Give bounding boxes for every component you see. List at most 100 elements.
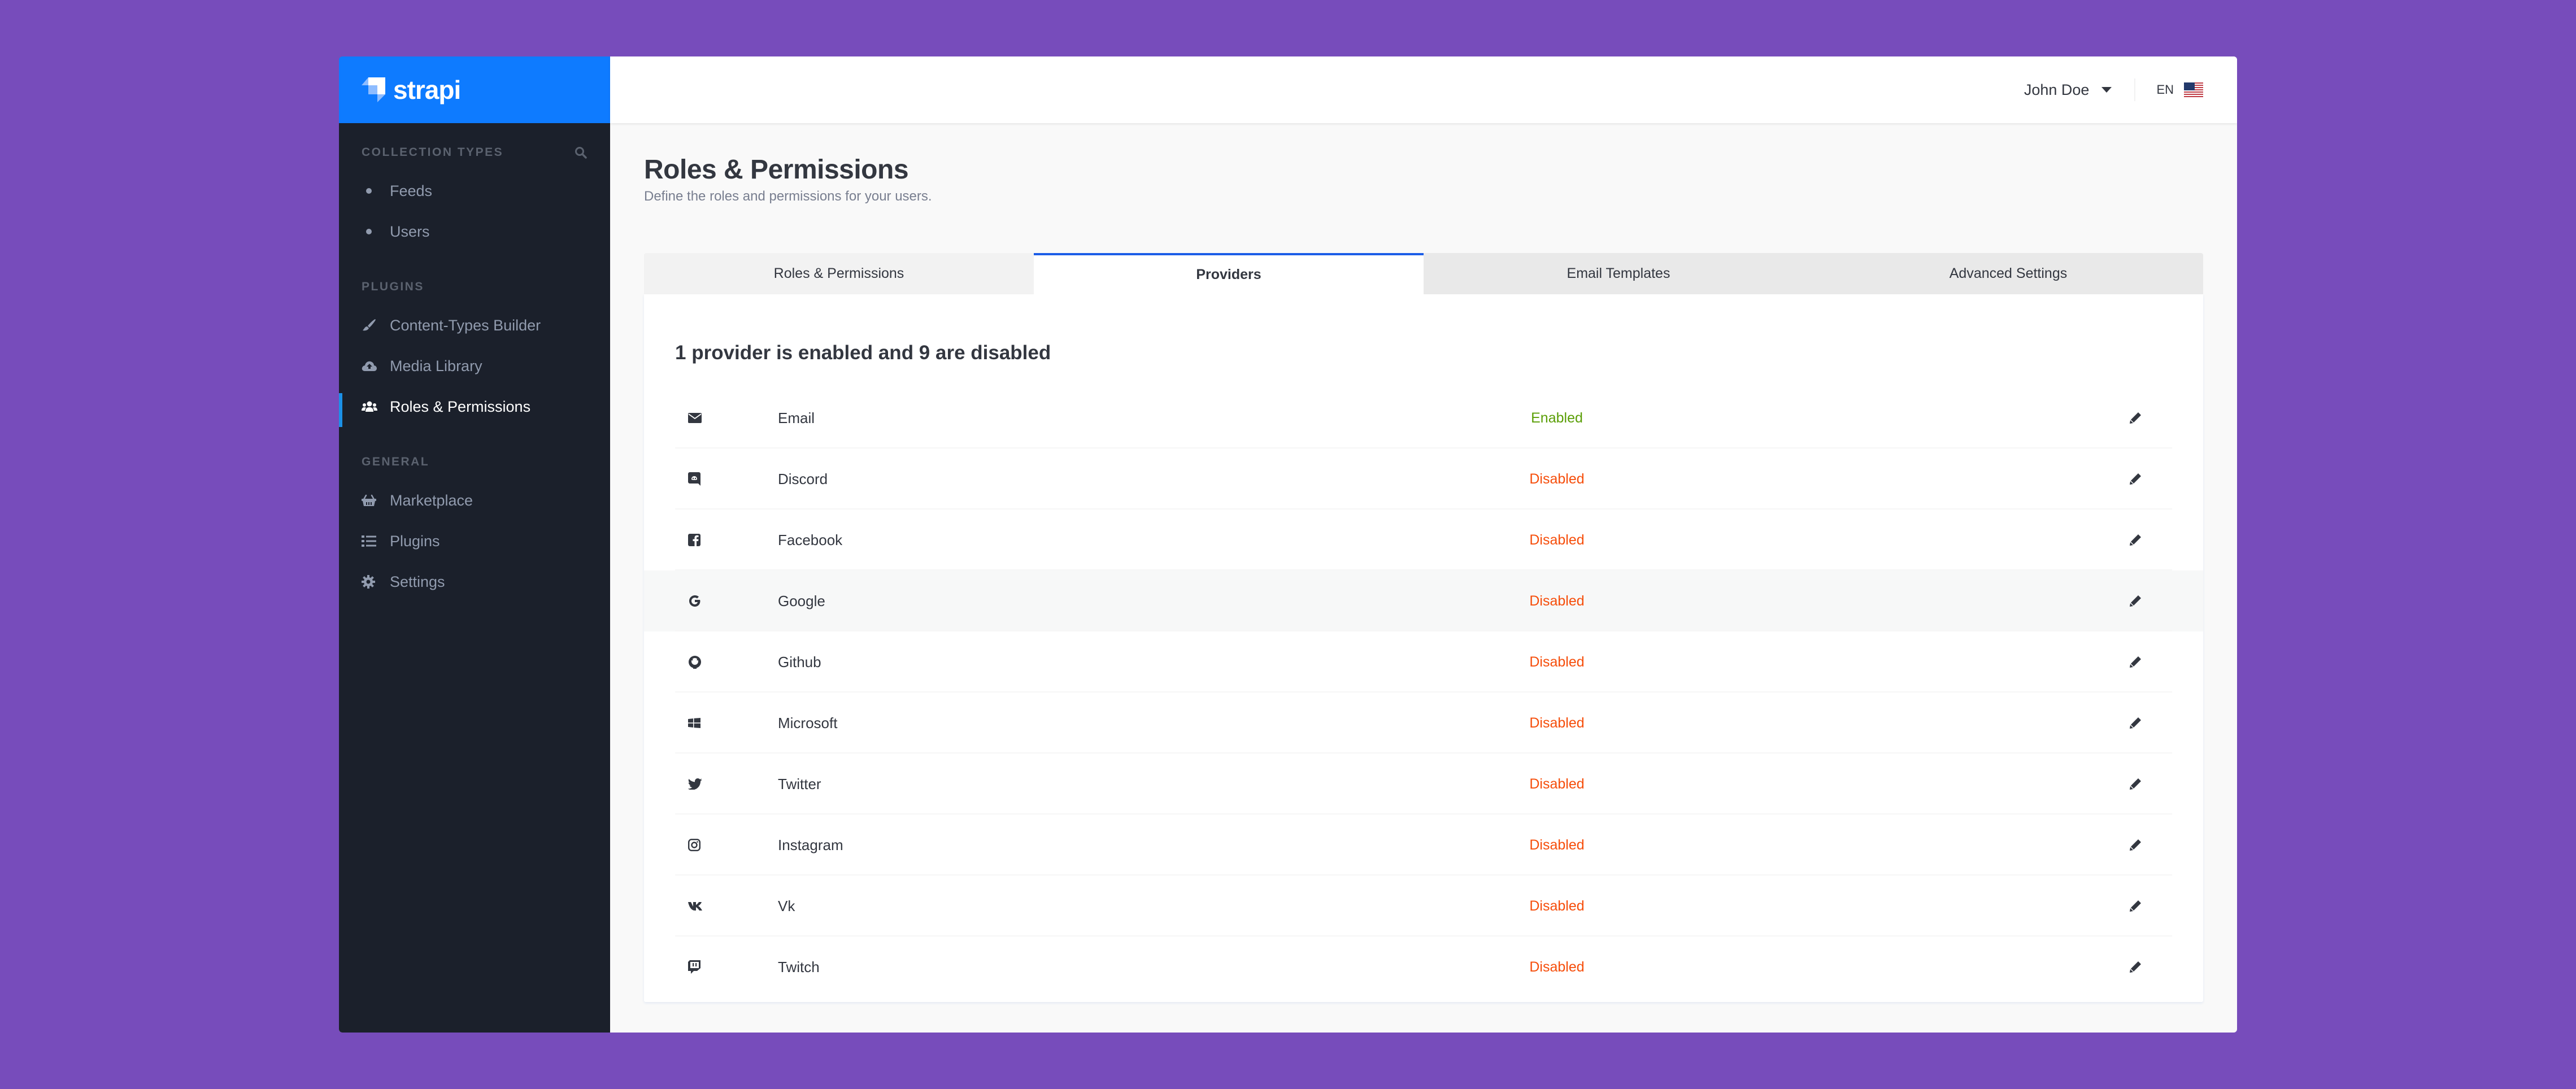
sidebar-section-plugins: Plugins Content-Types Builder (339, 269, 610, 427)
windows-icon (688, 718, 700, 728)
tab-bar: Roles & Permissions Providers Email Temp… (644, 253, 2203, 294)
pencil-icon (2130, 595, 2141, 607)
us-flag-icon (2184, 82, 2203, 97)
pencil-icon (2130, 534, 2141, 546)
sidebar-item-label: Media Library (390, 357, 482, 374)
sidebar-item-marketplace[interactable]: Marketplace (362, 480, 588, 521)
sidebar-item-feeds[interactable]: Feeds (362, 171, 588, 211)
provider-row-github[interactable]: Github Disabled (644, 631, 2203, 692)
edit-button[interactable] (2128, 533, 2143, 547)
app-window: strapi Collection Types Feeds Users (339, 56, 2237, 1033)
caret-down-icon (2101, 87, 2112, 93)
sidebar-item-label: Roles & Permissions (390, 398, 531, 415)
vk-icon (688, 902, 702, 911)
sidebar-item-label: Settings (390, 573, 445, 590)
edit-button[interactable] (2128, 960, 2143, 974)
edit-button[interactable] (2128, 472, 2143, 486)
sidebar-item-label: Users (390, 223, 430, 240)
tab-advanced-settings[interactable]: Advanced Settings (1813, 253, 2203, 294)
sidebar-item-settings[interactable]: Settings (362, 561, 588, 602)
brand-header[interactable]: strapi (339, 56, 610, 123)
provider-name: Vk (778, 897, 795, 914)
main-content: Roles & Permissions Define the roles and… (610, 123, 2237, 1033)
provider-row-twitter[interactable]: Twitter Disabled (644, 753, 2203, 814)
status-badge: Disabled (1529, 837, 1585, 853)
provider-row-discord[interactable]: Discord Disabled (644, 448, 2203, 509)
tab-providers[interactable]: Providers (1034, 253, 1424, 294)
section-title: Collection Types (362, 146, 504, 159)
github-icon (689, 656, 701, 669)
paint-brush-icon (363, 319, 376, 331)
section-title: Plugins (362, 280, 424, 293)
provider-row-facebook[interactable]: Facebook Disabled (644, 509, 2203, 570)
list-icon (362, 535, 376, 547)
edit-button[interactable] (2128, 594, 2143, 608)
bullet-icon (366, 229, 372, 234)
provider-name: Twitter (778, 775, 821, 792)
twitter-icon (688, 778, 702, 790)
provider-row-twitch[interactable]: Twitch Disabled (644, 936, 2203, 997)
edit-button[interactable] (2128, 716, 2143, 730)
sidebar-section-general: General Marketplace (339, 444, 610, 602)
pencil-icon (2130, 717, 2141, 729)
envelope-icon (688, 413, 702, 423)
provider-name: Instagram (778, 836, 843, 853)
provider-row-google[interactable]: Google Disabled (644, 570, 2203, 631)
gear-icon (362, 575, 375, 589)
pencil-icon (2130, 412, 2141, 424)
sidebar-item-content-types-builder[interactable]: Content-Types Builder (362, 305, 588, 346)
provider-row-microsoft[interactable]: Microsoft Disabled (644, 692, 2203, 753)
status-badge: Disabled (1529, 959, 1585, 975)
sidebar-item-label: Content-Types Builder (390, 316, 541, 334)
cloud-upload-icon (362, 361, 377, 371)
sidebar: strapi Collection Types Feeds Users (339, 56, 610, 1033)
user-menu[interactable]: John Doe (2024, 79, 2135, 101)
sidebar-section-collection-types: Collection Types Feeds Users (339, 134, 610, 252)
edit-button[interactable] (2128, 777, 2143, 791)
provider-name: Facebook (778, 531, 843, 548)
status-badge: Disabled (1529, 776, 1585, 792)
bullet-icon (366, 188, 372, 194)
users-icon (362, 401, 377, 412)
search-icon[interactable] (574, 146, 588, 159)
provider-name: Github (778, 653, 821, 670)
providers-summary: 1 provider is enabled and 9 are disabled (675, 342, 1051, 364)
status-badge: Enabled (1531, 410, 1583, 426)
provider-row-instagram[interactable]: Instagram Disabled (644, 814, 2203, 875)
status-badge: Disabled (1529, 715, 1585, 731)
provider-row-email[interactable]: Email Enabled (644, 387, 2203, 448)
pencil-icon (2130, 961, 2141, 973)
edit-button[interactable] (2128, 899, 2143, 913)
sidebar-item-roles-permissions[interactable]: Roles & Permissions (339, 386, 588, 427)
section-title: General (362, 455, 430, 468)
top-bar: John Doe EN (610, 56, 2237, 123)
status-badge: Disabled (1529, 898, 1585, 914)
pencil-icon (2130, 656, 2141, 668)
strapi-logo[interactable]: strapi (362, 75, 461, 105)
tab-email-templates[interactable]: Email Templates (1424, 253, 1813, 294)
language-selector[interactable]: EN (2135, 82, 2237, 97)
sidebar-item-plugins[interactable]: Plugins (362, 521, 588, 561)
pencil-icon (2130, 839, 2141, 851)
discord-icon (688, 472, 700, 486)
edit-button[interactable] (2128, 655, 2143, 669)
tab-roles-permissions[interactable]: Roles & Permissions (644, 253, 1034, 294)
sidebar-item-users[interactable]: Users (362, 211, 588, 252)
status-badge: Disabled (1529, 471, 1585, 487)
strapi-logo-icon (362, 77, 385, 102)
status-badge: Disabled (1529, 532, 1585, 548)
edit-button[interactable] (2128, 411, 2143, 425)
provider-name: Discord (778, 470, 828, 487)
provider-row-vk[interactable]: Vk Disabled (644, 875, 2203, 936)
card-footer (644, 997, 2203, 1002)
twitch-icon (688, 960, 700, 974)
edit-button[interactable] (2128, 838, 2143, 852)
pencil-icon (2130, 778, 2141, 790)
language-code: EN (2156, 82, 2174, 97)
providers-list: Email Enabled Discord Disabled Facebook … (644, 387, 2203, 997)
instagram-icon (688, 839, 700, 851)
sidebar-item-media-library[interactable]: Media Library (362, 346, 588, 386)
status-badge: Disabled (1529, 593, 1585, 609)
page-title: Roles & Permissions (644, 155, 909, 185)
sidebar-item-label: Feeds (390, 182, 433, 199)
